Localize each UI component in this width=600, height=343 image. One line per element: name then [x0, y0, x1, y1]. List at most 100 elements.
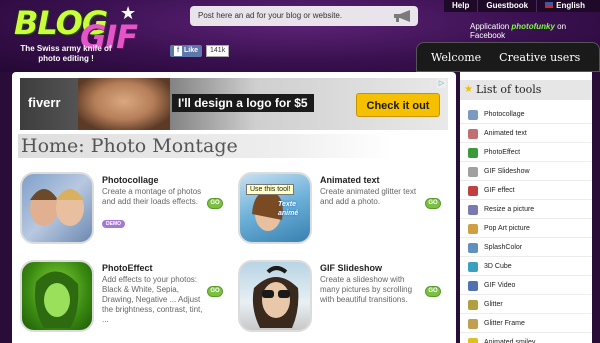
- sidebar-item-glitter[interactable]: Glitter: [460, 296, 592, 314]
- tool-icon: [468, 129, 478, 139]
- demo-badge[interactable]: DEMO: [102, 220, 125, 228]
- tool-card-animated-text[interactable]: Texte animé Use this tool! Animated text…: [238, 172, 452, 248]
- page-scrollbar[interactable]: [592, 72, 600, 343]
- animated-text-thumbnail[interactable]: Texte animé: [238, 172, 312, 244]
- go-button[interactable]: GO: [425, 198, 441, 209]
- facebook-like: f Like 141k: [170, 45, 230, 57]
- sidebar-item-label: Glitter Frame: [484, 320, 525, 327]
- tool-icon: [468, 205, 478, 215]
- adchoices-icon[interactable]: ▷: [437, 79, 446, 88]
- tagline: The Swiss army knife of photo editing !: [20, 44, 112, 63]
- sidebar-item-splashcolor[interactable]: SplashColor: [460, 239, 592, 257]
- sidebar-item-label: Photocollage: [484, 111, 525, 118]
- tool-icon: [468, 110, 478, 120]
- facebook-icon: f: [174, 46, 182, 56]
- tool-name[interactable]: GIF Slideshow: [320, 263, 382, 273]
- ad-model-photo: [78, 78, 170, 130]
- tool-icon: [468, 300, 478, 310]
- tool-name[interactable]: Photocollage: [102, 175, 159, 185]
- sidebar-header: ★ List of tools: [460, 80, 592, 100]
- tool-icon: [468, 186, 478, 196]
- sidebar-item-3d-cube[interactable]: 3D Cube: [460, 258, 592, 276]
- tool-description: Add effects to your photos: Black & Whit…: [102, 275, 203, 324]
- post-ad-link[interactable]: Post here an ad for your blog or website…: [190, 6, 418, 26]
- gif-slideshow-thumbnail[interactable]: [238, 260, 312, 332]
- post-ad-label: Post here an ad for your blog or website…: [198, 11, 343, 20]
- tool-name[interactable]: Animated text: [320, 175, 380, 185]
- sidebar-item-animated-smiley[interactable]: Animated smiley: [460, 334, 592, 343]
- photoeffect-thumbnail[interactable]: [20, 260, 94, 332]
- sidebar-item-photoeffect[interactable]: PhotoEffect: [460, 144, 592, 162]
- sunglasses-portrait-icon: [252, 266, 299, 328]
- language-label: English: [556, 1, 586, 10]
- tooltip: Use this tool!: [246, 184, 295, 195]
- photocollage-thumbnail[interactable]: [20, 172, 94, 244]
- tool-icon: [468, 262, 478, 272]
- sidebar-item-glitter-frame[interactable]: Glitter Frame: [460, 315, 592, 333]
- facebook-like-count: 141k: [206, 45, 230, 57]
- tool-card-photoeffect[interactable]: PhotoEffect Add effects to your photos: …: [20, 260, 234, 336]
- tool-icon: [468, 243, 478, 253]
- go-button[interactable]: GO: [425, 286, 441, 297]
- tool-icon: [468, 319, 478, 329]
- green-portrait-icon: [35, 271, 79, 328]
- megaphone-icon: [394, 10, 410, 22]
- sidebar-item-label: 3D Cube: [484, 263, 512, 270]
- sidebar-title: List of tools: [476, 83, 542, 96]
- sidebar-item-label: Glitter: [484, 301, 503, 308]
- tool-icon: [468, 281, 478, 291]
- sidebar-item-label: Pop Art picture: [484, 225, 530, 232]
- sidebar-item-animated-text[interactable]: Animated text: [460, 125, 592, 143]
- blog-gif-logo[interactable]: BLOG GIF ★: [14, 2, 154, 56]
- star-icon: ★: [464, 84, 473, 95]
- sidebar-item-label: GIF effect: [484, 187, 515, 194]
- sidebar-item-label: PhotoEffect: [484, 149, 521, 156]
- check-it-out-button[interactable]: Check it out: [356, 93, 440, 117]
- sidebar-item-label: SplashColor: [484, 244, 523, 251]
- sidebar-item-label: GIF Slideshow: [484, 168, 530, 175]
- help-link[interactable]: Help: [444, 0, 477, 12]
- page-title: Home: Photo Montage: [18, 134, 392, 158]
- facebook-like-button[interactable]: f Like: [170, 45, 203, 57]
- language-link[interactable]: English: [536, 0, 593, 12]
- sidebar-item-gif-video[interactable]: GIF Video: [460, 277, 592, 295]
- main-content: fiverr I'll design a logo for $5 Check i…: [12, 72, 456, 343]
- sidebar-item-photocollage[interactable]: Photocollage: [460, 106, 592, 124]
- fiverr-logo: fiverr: [28, 95, 61, 110]
- ad-headline: I'll design a logo for $5: [172, 94, 314, 112]
- header-tabs: Welcome Creative users: [416, 42, 600, 72]
- tool-description: Create a montage of photos and add their…: [102, 187, 202, 206]
- go-button[interactable]: GO: [207, 286, 223, 297]
- fb-app-prefix: Application: [470, 22, 510, 31]
- sidebar-item-label: GIF Video: [484, 282, 516, 289]
- sidebar-item-gif-slideshow[interactable]: GIF Slideshow: [460, 163, 592, 181]
- tool-description: Create a slideshow with many pictures by…: [320, 275, 413, 304]
- tool-card-photocollage[interactable]: Photocollage Create a montage of photos …: [20, 172, 234, 248]
- guestbook-link[interactable]: Guestbook: [477, 0, 536, 12]
- tool-icon: [468, 167, 478, 177]
- tools-sidebar: ★ List of tools Photocollage Animated tex…: [460, 72, 592, 343]
- uk-flag-icon: [545, 2, 554, 8]
- tool-icon: [468, 224, 478, 234]
- tab-welcome[interactable]: Welcome: [431, 51, 481, 64]
- sidebar-item-label: Animated text: [484, 130, 527, 137]
- sidebar-item-label: Animated smiley: [484, 339, 536, 343]
- facebook-app-link[interactable]: Application photofunky on Facebook: [470, 22, 600, 40]
- sidebar-item-gif-effect[interactable]: GIF effect: [460, 182, 592, 200]
- top-links: Help Guestbook English: [444, 0, 600, 12]
- tool-name[interactable]: PhotoEffect: [102, 263, 153, 273]
- two-faces-icon: [30, 189, 84, 226]
- tool-card-gif-slideshow[interactable]: GIF Slideshow Create a slideshow with ma…: [238, 260, 452, 336]
- photofunky-brand: photofunky: [511, 22, 555, 31]
- star-icon: ★: [120, 3, 137, 23]
- sidebar-item-resize-a-picture[interactable]: Resize a picture: [460, 201, 592, 219]
- header: BLOG GIF ★ The Swiss army knife of photo…: [0, 0, 600, 72]
- sidebar-item-pop-art-picture[interactable]: Pop Art picture: [460, 220, 592, 238]
- fiverr-ad-banner[interactable]: fiverr I'll design a logo for $5 Check i…: [20, 78, 448, 130]
- animated-text-sample: Texte animé: [278, 201, 299, 217]
- sidebar-item-label: Resize a picture: [484, 206, 535, 213]
- go-button[interactable]: GO: [207, 198, 223, 209]
- tool-icon: [468, 148, 478, 158]
- tab-creative-users[interactable]: Creative users: [499, 51, 580, 64]
- tool-description: Create animated glitter text and add a p…: [320, 187, 417, 206]
